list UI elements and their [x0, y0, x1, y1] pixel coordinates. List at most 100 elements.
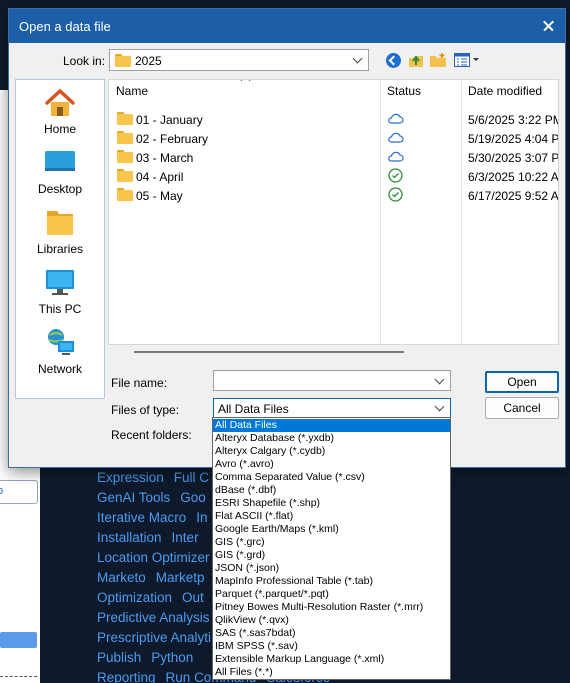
background-category-link[interactable]: Python: [151, 650, 193, 665]
open-button[interactable]: Open: [485, 371, 559, 393]
background-category-link[interactable]: Iterative Macro: [97, 510, 186, 525]
background-category-link[interactable]: Optimization: [97, 590, 172, 605]
file-row[interactable]: 04 - April 6/3/2025 10:22 AM: [109, 167, 558, 186]
file-row[interactable]: 05 - May 6/17/2025 9:52 AM: [109, 186, 558, 205]
file-name-label: File name:: [111, 376, 168, 390]
background-category-row: Iterative Macro In: [97, 510, 218, 530]
look-in-label: Look in:: [63, 54, 106, 68]
file-type-option[interactable]: GIS (*.grd): [213, 549, 450, 562]
background-category-link[interactable]: Expression: [97, 470, 164, 485]
chevron-down-icon[interactable]: [434, 374, 445, 385]
background-category-row: Installation Inter: [97, 530, 209, 550]
background-category-link[interactable]: Inter: [172, 530, 199, 545]
file-name: 05 - May: [136, 189, 183, 203]
view-menu-icon[interactable]: [454, 53, 480, 67]
file-type-option[interactable]: SAS (*.sas7bdat): [213, 627, 450, 640]
background-category-row: Publish Python: [97, 650, 203, 670]
background-category-link[interactable]: Goo: [180, 490, 206, 505]
place-label: Desktop: [37, 182, 83, 196]
files-of-type-select[interactable]: All Data Files: [213, 398, 451, 419]
file-type-option[interactable]: Extensible Markup Language (*.xml): [213, 653, 450, 666]
check-circle-icon: [388, 187, 403, 202]
background-category-link[interactable]: Predictive Analysis: [97, 610, 210, 625]
background-category-link[interactable]: Marketo: [97, 570, 146, 585]
background-category-row: GenAI Tools Goo: [97, 490, 216, 510]
file-date-modified: 5/30/2025 3:07 PM: [468, 151, 559, 165]
file-row[interactable]: 01 - January 5/6/2025 3:22 PM: [109, 110, 558, 129]
background-input[interactable]: o: [0, 480, 38, 504]
background-category-link[interactable]: Out: [182, 590, 204, 605]
file-type-option[interactable]: Google Earth/Maps (*.kml): [213, 523, 450, 536]
background-category-link[interactable]: GenAI Tools: [97, 490, 170, 505]
folder-icon: [117, 150, 133, 163]
place-network[interactable]: Network: [16, 324, 104, 380]
place-this-pc[interactable]: This PC: [16, 264, 104, 320]
chevron-down-icon: [434, 401, 445, 412]
column-header-name[interactable]: Name: [116, 84, 148, 98]
background-category-row: Location Optimizer: [97, 550, 220, 570]
background-category-row: Marketo Marketp: [97, 570, 215, 590]
background-category-row: Predictive Analysis: [97, 610, 220, 630]
place-label: This PC: [38, 302, 82, 316]
place-desktop[interactable]: Desktop: [16, 144, 104, 200]
column-header-status[interactable]: Status: [387, 84, 421, 98]
file-type-option[interactable]: dBase (*.dbf): [213, 484, 450, 497]
column-header-date-modified[interactable]: Date modified: [468, 84, 542, 98]
network-icon: [48, 329, 74, 355]
background-category-link[interactable]: Location Optimizer: [97, 550, 210, 565]
file-type-option[interactable]: All Files (*.*): [213, 666, 450, 679]
file-type-option[interactable]: ESRI Shapefile (*.shp): [213, 497, 450, 510]
background-category-link[interactable]: Marketp: [156, 570, 205, 585]
file-type-option[interactable]: Alteryx Calgary (*.cydb): [213, 445, 450, 458]
file-type-option[interactable]: Comma Separated Value (*.csv): [213, 471, 450, 484]
background-button[interactable]: [0, 632, 37, 648]
file-type-option[interactable]: QlikView (*.qvx): [213, 614, 450, 627]
background-category-link[interactable]: Full C: [174, 470, 209, 485]
file-list: Name Status Date modified 01 - January 5/…: [108, 79, 559, 345]
background-category-link[interactable]: Installation: [97, 530, 162, 545]
file-type-option[interactable]: JSON (*.json): [213, 562, 450, 575]
file-name: 04 - April: [136, 170, 184, 184]
file-name-input[interactable]: [213, 370, 451, 391]
place-label: Home: [43, 122, 76, 136]
look-in-combo[interactable]: 2025: [109, 49, 369, 71]
file-name: 03 - March: [136, 151, 194, 165]
file-type-option[interactable]: Avro (*.avro): [213, 458, 450, 471]
close-icon[interactable]: [531, 9, 565, 43]
files-of-type-dropdown: All Data Files Alteryx Database (*.yxdb) A…: [212, 417, 451, 680]
background-category-row: Prescriptive Analyti: [97, 630, 221, 650]
file-type-option[interactable]: Alteryx Database (*.yxdb): [213, 432, 450, 445]
up-folder-icon[interactable]: [408, 52, 424, 68]
chevron-down-icon: [352, 53, 363, 64]
file-type-option[interactable]: All Data Files: [213, 419, 450, 432]
file-row[interactable]: 03 - March 5/30/2025 3:07 PM: [109, 148, 559, 167]
file-name: 01 - January: [136, 113, 203, 127]
file-type-option[interactable]: GIS (*.grc): [213, 536, 450, 549]
file-date-modified: 5/19/2025 4:04 PM: [468, 132, 559, 146]
background-category-link[interactable]: Publish: [97, 650, 141, 665]
open-file-dialog: Open a data file Look in: 2025 Home Desk…: [8, 8, 566, 468]
desktop-icon: [45, 151, 75, 171]
file-row[interactable]: 02 - February 5/19/2025 4:04 PM: [109, 129, 559, 148]
dialog-titlebar: Open a data file: [9, 9, 565, 43]
horizontal-scrollbar[interactable]: [134, 351, 404, 353]
place-libraries[interactable]: Libraries: [16, 204, 104, 260]
files-of-type-label: Files of type:: [111, 403, 180, 417]
file-type-option[interactable]: Flat ASCII (*.flat): [213, 510, 450, 523]
home-icon: [45, 88, 75, 116]
background-category-link[interactable]: Prescriptive Analyti: [97, 630, 211, 645]
file-name: 02 - February: [136, 132, 209, 146]
place-home[interactable]: Home: [16, 84, 104, 140]
background-category-link[interactable]: Reporting: [97, 670, 156, 683]
cloud-icon: [388, 113, 404, 124]
libraries-icon: [47, 211, 73, 235]
file-type-option[interactable]: IBM SPSS (*.sav): [213, 640, 450, 653]
new-folder-icon[interactable]: [430, 53, 447, 67]
back-icon[interactable]: [386, 53, 401, 68]
file-type-option[interactable]: Parquet (*.parquet/*.pqt): [213, 588, 450, 601]
cancel-button[interactable]: Cancel: [485, 397, 559, 419]
file-type-option[interactable]: MapInfo Professional Table (*.tab): [213, 575, 450, 588]
file-type-option[interactable]: Pitney Bowes Multi-Resolution Raster (*.…: [213, 601, 450, 614]
background-category-link[interactable]: In: [196, 510, 207, 525]
check-circle-icon: [388, 168, 403, 183]
